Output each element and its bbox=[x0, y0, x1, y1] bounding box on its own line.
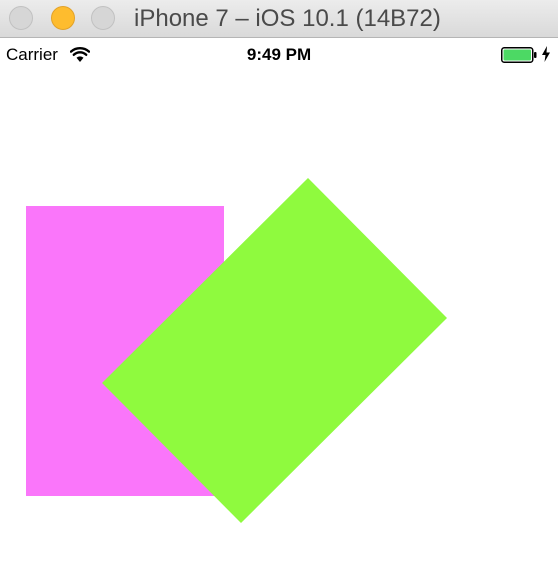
minimize-window-button[interactable] bbox=[51, 6, 75, 30]
green-rotated-rectangle bbox=[102, 178, 447, 523]
close-window-button[interactable] bbox=[9, 6, 33, 30]
window-title: iPhone 7 – iOS 10.1 (14B72) bbox=[134, 5, 441, 32]
battery-icon bbox=[501, 47, 537, 63]
title-bar[interactable]: iPhone 7 – iOS 10.1 (14B72) bbox=[0, 0, 558, 38]
status-time: 9:49 PM bbox=[246, 45, 312, 64]
zoom-window-button[interactable] bbox=[91, 6, 115, 30]
app-content bbox=[0, 70, 558, 578]
charging-bolt-icon bbox=[542, 46, 550, 62]
ios-status-bar: Carrier 9:49 PM bbox=[0, 39, 558, 70]
simulator-window: iPhone 7 – iOS 10.1 (14B72) Carrier 9:49… bbox=[0, 0, 558, 578]
